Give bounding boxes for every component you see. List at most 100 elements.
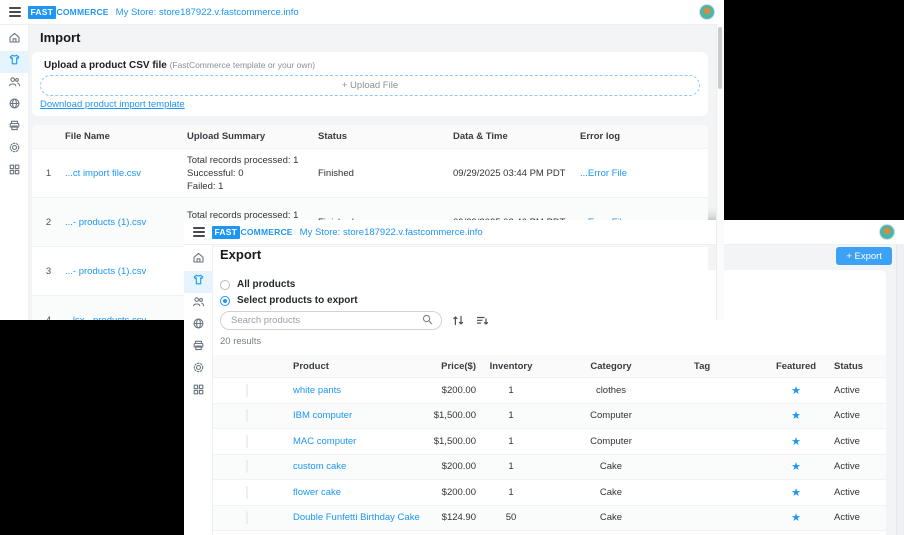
featured-star-icon[interactable]: ★	[766, 384, 826, 397]
file-name-link[interactable]: ...ct import file.csv	[65, 168, 187, 179]
sidebar-item-settings[interactable]	[184, 359, 212, 381]
sidebar-item-customers[interactable]	[184, 293, 212, 315]
price-value: $200.00	[431, 461, 486, 472]
logo-commerce: COMMERCE	[57, 7, 109, 17]
home-icon	[192, 251, 205, 269]
file-name-link[interactable]: ...- products (1).csv	[65, 217, 187, 228]
logo-commerce: COMMERCE	[241, 227, 293, 237]
users-icon	[8, 75, 21, 93]
page-title-export: Export	[220, 247, 261, 262]
featured-star-icon[interactable]: ★	[766, 460, 826, 473]
product-link[interactable]: IBM computer	[281, 410, 431, 421]
fastcommerce-logo[interactable]: FAST COMMERCE	[28, 6, 109, 19]
scrollbar-thumb[interactable]	[718, 27, 722, 89]
product-thumbnail	[246, 409, 248, 422]
status-value: Active	[826, 461, 886, 472]
product-link[interactable]: custom cake	[281, 461, 431, 472]
sidebar-item-settings[interactable]	[0, 139, 28, 161]
radio-select-products[interactable]: Select products to export	[220, 295, 358, 306]
col-product: Product	[281, 361, 431, 372]
inventory-value: 50	[486, 512, 536, 523]
inventory-value: 1	[486, 436, 536, 447]
sidebar-item-website[interactable]	[184, 315, 212, 337]
product-row: IBM computer $1,500.00 1 Computer ★ Acti…	[206, 404, 886, 430]
sidebar-item-customers[interactable]	[0, 73, 28, 95]
sidebar-item-orders[interactable]	[184, 337, 212, 359]
tshirt-icon	[8, 53, 21, 71]
radio-selected-icon[interactable]	[220, 296, 230, 306]
menu-icon[interactable]	[9, 7, 21, 17]
export-table: Product Price($) Inventory Category Tag …	[206, 355, 886, 535]
status-value: Active	[826, 410, 886, 421]
sidebar-item-website[interactable]	[0, 95, 28, 117]
product-row: iphone $800.00 0	[206, 531, 886, 535]
sidebar-item-products[interactable]	[184, 271, 212, 293]
category-value: Computer	[536, 410, 686, 421]
product-thumbnail	[246, 486, 248, 499]
product-row: flower cake $200.00 1 Cake ★ Active	[206, 480, 886, 506]
user-avatar[interactable]	[699, 4, 715, 20]
sidebar-item-home[interactable]	[0, 29, 28, 51]
status-value: Active	[826, 436, 886, 447]
sidebar-item-products[interactable]	[0, 51, 28, 73]
gear-icon	[8, 141, 21, 159]
product-link[interactable]: flower cake	[281, 487, 431, 498]
col-error-log: Error log	[580, 131, 708, 142]
product-thumbnail	[246, 460, 248, 473]
upload-heading-text: Upload a product CSV file	[44, 60, 167, 71]
file-name-link[interactable]: ...- products (1).csv	[65, 266, 187, 277]
file-name-link[interactable]: ...lsx - products.csv	[65, 315, 187, 321]
scrollbar-track[interactable]	[896, 244, 904, 535]
col-category: Category	[536, 361, 686, 372]
featured-star-icon[interactable]: ★	[766, 409, 826, 422]
price-value: $1,500.00	[431, 436, 486, 447]
search-input[interactable]	[229, 314, 418, 327]
search-icon[interactable]	[422, 312, 433, 330]
price-value: $200.00	[431, 487, 486, 498]
globe-icon	[8, 97, 21, 115]
screen: FAST COMMERCE My Store: store187922.v.fa…	[0, 0, 904, 535]
logo-fast: FAST	[28, 6, 56, 19]
featured-star-icon[interactable]: ★	[766, 486, 826, 499]
users-icon	[192, 295, 205, 313]
menu-icon[interactable]	[193, 227, 205, 237]
download-template-link[interactable]: Download product import template	[40, 99, 185, 110]
category-value: Cake	[536, 461, 686, 472]
category-value: Cake	[536, 487, 686, 498]
row-number: 2	[32, 217, 65, 228]
product-link[interactable]: MAC computer	[281, 436, 431, 447]
radio-unselected-icon[interactable]	[220, 280, 230, 290]
user-avatar[interactable]	[879, 224, 895, 240]
col-inventory: Inventory	[486, 361, 536, 372]
sidebar-item-home[interactable]	[184, 249, 212, 271]
export-button[interactable]: + Export	[836, 247, 892, 265]
product-link[interactable]: Double Funfetti Birthday Cake	[281, 512, 431, 523]
datetime-value: 09/29/2025 03:44 PM PDT	[453, 168, 580, 179]
radio-all-products[interactable]: All products	[220, 279, 295, 290]
sidebar-item-apps[interactable]	[184, 381, 212, 403]
fastcommerce-logo[interactable]: FAST COMMERCE	[212, 226, 293, 239]
store-link[interactable]: My Store: store187922.v.fastcommerce.inf…	[116, 7, 299, 18]
sidebar-item-apps[interactable]	[0, 161, 28, 183]
status-value: Active	[826, 512, 886, 523]
radio-select-label: Select products to export	[237, 295, 358, 306]
sort-icon[interactable]	[452, 314, 465, 332]
upload-file-button[interactable]: + Upload File	[40, 75, 700, 96]
product-link[interactable]: white pants	[281, 385, 431, 396]
product-row: MAC computer $1,500.00 1 Computer ★ Acti…	[206, 429, 886, 455]
error-file-link[interactable]: ...Error File	[580, 168, 708, 179]
inventory-value: 1	[486, 385, 536, 396]
inventory-value: 1	[486, 410, 536, 421]
filter-sort-icon[interactable]	[476, 314, 489, 332]
import-row: 1 ...ct import file.csv Total records pr…	[32, 149, 708, 198]
category-value: clothes	[536, 385, 686, 396]
featured-star-icon[interactable]: ★	[766, 435, 826, 448]
search-box	[220, 311, 442, 330]
featured-star-icon[interactable]: ★	[766, 511, 826, 524]
price-value: $1,500.00	[431, 410, 486, 421]
store-link[interactable]: My Store: store187922.v.fastcommerce.inf…	[300, 227, 483, 238]
upload-heading-note: (FastCommerce template or your own)	[170, 60, 316, 70]
scrollbar-track[interactable]	[716, 24, 724, 320]
import-table-header: File Name Upload Summary Status Data & T…	[32, 125, 708, 149]
sidebar-item-orders[interactable]	[0, 117, 28, 139]
